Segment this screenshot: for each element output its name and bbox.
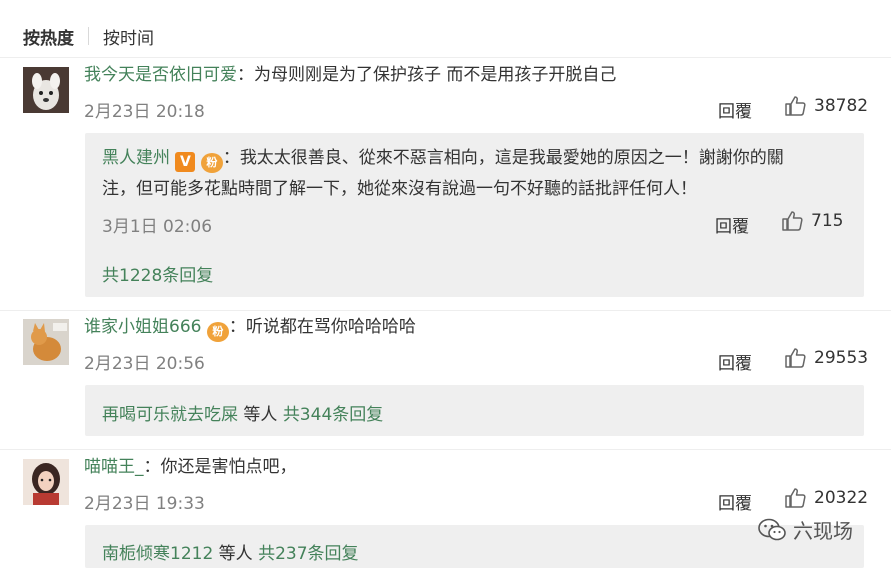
like-button[interactable]: 29553	[784, 347, 868, 369]
sort-by-time-tab[interactable]: 按时间	[103, 24, 154, 49]
verified-badge-icon: V	[175, 152, 196, 172]
reply-button[interactable]: 回覆	[718, 349, 752, 374]
reply-total-link[interactable]: 共344条回复	[283, 405, 383, 425]
comment-text: 喵喵王_：你还是害怕点吧，	[84, 457, 297, 477]
sort-bar: 按热度 按时间	[23, 24, 154, 49]
username-link[interactable]: 喵喵王_	[84, 457, 144, 477]
reply-summary[interactable]: 再喝可乐就去吃屎 等人 共344条回复	[102, 400, 383, 425]
like-button[interactable]: 38782	[784, 95, 868, 117]
comment-content: 你还是害怕点吧，	[160, 457, 297, 477]
like-count: 38782	[814, 96, 869, 116]
reply-content: 我太太很善良、從來不惡言相向，這是我最愛她的原因之一！謝謝你的關	[239, 148, 784, 168]
comment-content: 听说都在骂你哈哈哈哈	[245, 317, 416, 337]
comment-time: 2月23日 20:18	[84, 102, 205, 122]
sort-by-hot-tab[interactable]: 按热度	[23, 24, 74, 49]
watermark-text: 六现场	[793, 519, 853, 543]
like-button[interactable]: 715	[781, 210, 843, 232]
reply-text-line-2: 注，但可能多花點時間了解一下，她從來沒有說過一句不好聽的話批評任何人！	[102, 179, 697, 199]
fan-badge-icon: 粉	[206, 322, 229, 342]
reply-summary[interactable]: 南栀倾寒1212 等人 共237条回复	[102, 539, 359, 564]
reply-total-link[interactable]: 共237条回复	[258, 544, 358, 564]
like-count: 715	[811, 211, 844, 231]
thumbs-up-icon	[785, 488, 806, 508]
reply-total-link[interactable]: 共1228条回复	[102, 261, 213, 286]
comment-divider	[0, 449, 891, 450]
like-count: 20322	[814, 488, 869, 508]
username-link[interactable]: 我今天是否依旧可爱	[84, 65, 237, 85]
fan-badge-icon: 粉	[200, 153, 223, 173]
reply-text-line-1: 黑人建州 V 粉：我太太很善良、從來不惡言相向，這是我最愛她的原因之一！謝謝你的…	[102, 146, 784, 173]
reply-button[interactable]: 回覆	[718, 97, 752, 122]
watermark: 六现场	[757, 515, 853, 544]
reply-button[interactable]: 回覆	[718, 489, 752, 514]
like-button[interactable]: 20322	[784, 487, 868, 509]
comment-divider	[0, 310, 891, 311]
sort-divider	[88, 27, 89, 45]
reply-time: 3月1日 02:06	[102, 217, 213, 237]
thumbs-up-icon	[782, 211, 803, 231]
comment-time: 2月23日 19:33	[84, 494, 205, 514]
avatar[interactable]	[23, 319, 69, 365]
comment-time: 2月23日 20:56	[84, 354, 205, 374]
reply-user-link[interactable]: 再喝可乐就去吃屎	[102, 405, 238, 425]
comment-content: 为母则刚是为了保护孩子 而不是用孩子开脱自己	[254, 65, 617, 85]
wechat-icon	[758, 518, 786, 540]
comment-text: 我今天是否依旧可爱：为母则刚是为了保护孩子 而不是用孩子开脱自己	[84, 65, 617, 85]
reply-user-link[interactable]: 南栀倾寒1212	[102, 544, 213, 564]
comment-text: 谁家小姐姐666 粉：听说都在骂你哈哈哈哈	[84, 315, 416, 342]
avatar[interactable]	[23, 67, 69, 113]
username-link[interactable]: 谁家小姐姐666	[84, 317, 201, 337]
reply-button[interactable]: 回覆	[715, 212, 749, 237]
like-count: 29553	[814, 348, 869, 368]
thumbs-up-icon	[785, 96, 806, 116]
header-divider	[0, 57, 891, 58]
avatar[interactable]	[23, 459, 69, 505]
username-link[interactable]: 黑人建州	[102, 148, 170, 168]
thumbs-up-icon	[785, 348, 806, 368]
